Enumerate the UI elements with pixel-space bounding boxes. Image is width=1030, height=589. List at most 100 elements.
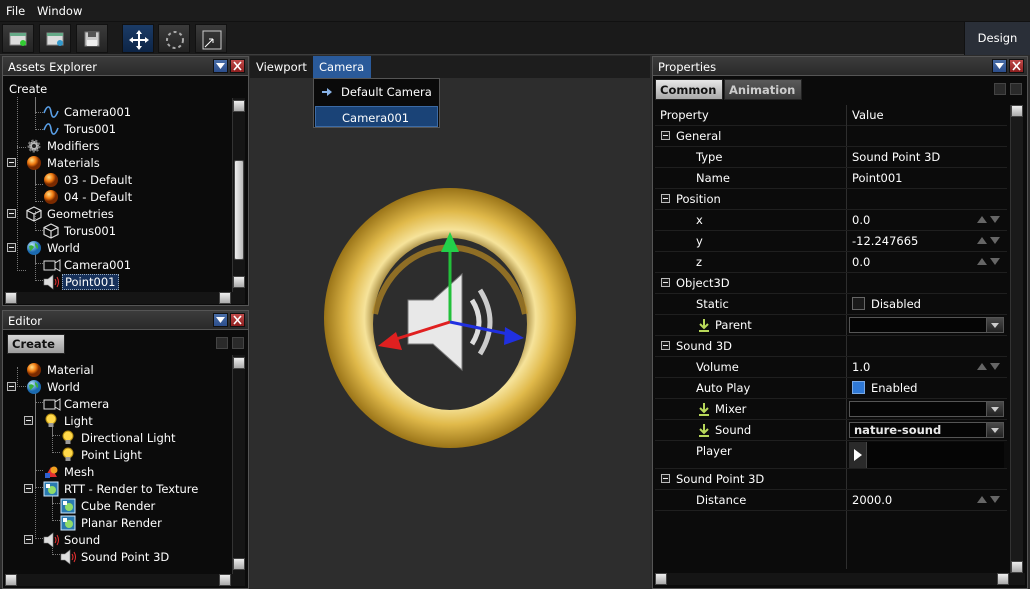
property-value[interactable]: Point001 [852,168,903,189]
tree-item[interactable]: 04 - Default [43,188,134,205]
property-row[interactable]: z 0.0 [655,252,1007,273]
group-collapse-toggle[interactable] [661,341,670,350]
property-checkbox[interactable]: Disabled [852,294,921,315]
editor-create-tab[interactable]: Create [7,334,65,354]
group-collapse-toggle[interactable] [661,474,670,483]
menu-item-camera001[interactable]: Camera001 [315,106,438,127]
property-row[interactable]: Sound Point 3D [655,469,1007,490]
assets-vertical-scrollbar[interactable] [232,98,245,293]
properties-horizontal-scrollbar[interactable] [655,573,1025,585]
scroll-up-arrow[interactable] [1011,105,1023,117]
property-row[interactable]: Volume 1.0 [655,357,1007,378]
scroll-left-arrow[interactable] [5,574,17,586]
scroll-down-arrow[interactable] [233,276,245,288]
tree-item[interactable]: Planar Render [60,514,164,531]
spinner-arrows-icon[interactable] [977,258,1001,266]
spinner-arrows-icon[interactable] [977,363,1001,371]
scroll-up-arrow[interactable] [233,100,245,112]
property-row[interactable]: Sound 3D [655,336,1007,357]
property-combobox[interactable] [849,317,1004,333]
tree-item[interactable]: Torus001 [43,222,118,239]
tree-item[interactable]: Torus001 [43,120,118,137]
tree-item[interactable]: Point001 [43,273,119,290]
property-value[interactable]: 2000.0 [852,490,892,511]
combobox-arrow[interactable] [986,318,1003,332]
property-row[interactable]: Type Sound Point 3D [655,147,1007,168]
tree-item[interactable]: Mesh [43,463,96,480]
property-value[interactable]: 0.0 [852,210,870,231]
property-row[interactable]: Position [655,189,1007,210]
panel-close-button[interactable] [230,313,245,327]
editor-vertical-scrollbar[interactable] [232,355,245,575]
scroll-left-arrow[interactable] [655,573,667,585]
property-row[interactable]: Mixer [655,399,1007,420]
panel-close-button[interactable] [230,59,245,73]
tree-item[interactable]: Sound [43,531,102,548]
property-value[interactable]: Sound Point 3D [852,147,940,168]
link-arrow-icon[interactable] [697,423,711,437]
tree-item[interactable]: RTT - Render to Texture [43,480,200,497]
tree-item[interactable]: Cube Render [60,497,157,514]
open-scene-button[interactable] [39,24,71,53]
group-collapse-toggle[interactable] [661,278,670,287]
save-button[interactable] [76,24,108,53]
editor-horizontal-scrollbar[interactable] [5,574,245,586]
checkbox-box[interactable] [852,381,865,394]
property-row[interactable]: Static Disabled [655,294,1007,315]
property-value[interactable]: -12.247665 [852,231,918,252]
property-row[interactable]: y -12.247665 [655,231,1007,252]
property-value[interactable]: 1.0 [852,357,870,378]
tab-common[interactable]: Common [655,79,723,100]
combobox-arrow[interactable] [986,402,1003,416]
move-tool-button[interactable] [122,24,154,53]
property-value[interactable]: 0.0 [852,252,870,273]
scroll-right-arrow[interactable] [219,574,231,586]
scroll-thumb[interactable] [234,160,244,260]
tree-expander[interactable] [7,382,16,391]
scroll-right-arrow[interactable] [997,573,1009,585]
tab-scroll-right[interactable] [1010,83,1022,95]
checkbox-box[interactable] [852,297,865,310]
tree-item[interactable]: Camera001 [43,103,133,120]
column-header-value[interactable]: Value [852,105,884,126]
link-arrow-icon[interactable] [697,402,711,416]
tab-scroll-right[interactable] [232,337,244,349]
rotate-tool-button[interactable] [158,24,190,53]
tree-item[interactable]: Sound Point 3D [60,548,171,565]
tab-scroll-left[interactable] [994,83,1006,95]
property-row[interactable]: Auto Play Enabled [655,378,1007,399]
tree-item[interactable]: World [26,378,82,395]
menu-window[interactable]: Window [37,4,82,18]
tree-item[interactable]: Camera [43,395,111,412]
tree-item[interactable]: 03 - Default [43,171,134,188]
combobox-arrow[interactable] [986,423,1003,437]
tab-scroll-left[interactable] [216,337,228,349]
tree-expander[interactable] [7,158,16,167]
properties-vertical-scrollbar[interactable] [1010,105,1023,575]
scroll-up-arrow[interactable] [233,357,245,369]
tab-viewport[interactable]: Viewport [256,60,307,74]
tree-expander[interactable] [24,535,33,544]
menu-file[interactable]: File [6,4,25,18]
menu-item-default-camera[interactable]: Default Camera [315,81,438,102]
scroll-down-arrow[interactable] [233,558,245,570]
tree-expander[interactable] [24,416,33,425]
link-arrow-icon[interactable] [697,318,711,332]
tree-expander[interactable] [7,243,16,252]
tree-expander[interactable] [24,484,33,493]
new-scene-button[interactable] [2,24,34,53]
panel-menu-button[interactable] [213,313,228,327]
scroll-down-arrow[interactable] [1011,561,1023,573]
property-combobox[interactable] [849,401,1004,417]
tree-item[interactable]: Material [26,361,96,378]
panel-close-button[interactable] [1009,59,1024,73]
property-row[interactable]: Distance 2000.0 [655,490,1007,511]
panel-menu-button[interactable] [992,59,1007,73]
tree-item[interactable]: Point Light [60,446,144,463]
spinner-arrows-icon[interactable] [977,237,1001,245]
property-combobox[interactable]: nature-sound [849,422,1004,438]
scale-tool-button[interactable] [195,24,227,53]
property-row[interactable]: x 0.0 [655,210,1007,231]
3d-viewport[interactable] [250,78,650,589]
property-row[interactable]: Player [655,441,1007,469]
